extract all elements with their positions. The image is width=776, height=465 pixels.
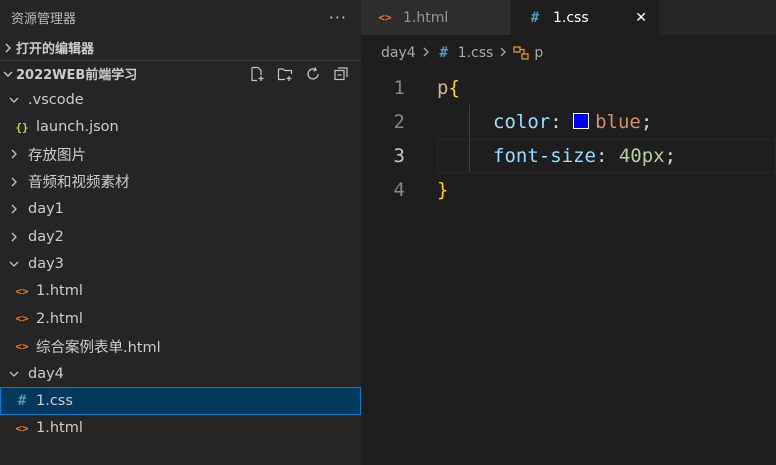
- token-colon: :: [595, 145, 608, 167]
- new-folder-icon[interactable]: [275, 64, 295, 84]
- tree-file-day4-1-css[interactable]: # 1.css: [0, 387, 361, 415]
- code-line[interactable]: 2 color: blue;: [361, 105, 776, 139]
- html-file-icon: <>: [15, 339, 29, 353]
- html-file-icon: <>: [15, 284, 29, 298]
- html-file-icon: <>: [15, 312, 29, 326]
- explorer-header: 资源管理器 ···: [0, 0, 361, 35]
- token-colon: :: [550, 111, 562, 133]
- tree-file-form-html[interactable]: <> 综合案例表单.html: [0, 333, 361, 360]
- chevron-down-icon: [0, 69, 16, 79]
- tree-item-label: day2: [28, 228, 64, 245]
- refresh-icon[interactable]: [303, 64, 323, 84]
- token-value: blue: [595, 111, 641, 133]
- code-line[interactable]: 4 }: [361, 173, 776, 207]
- tree-item-label: 1.html: [36, 283, 83, 300]
- line-number: 2: [393, 111, 405, 133]
- close-icon[interactable]: ✕: [635, 10, 647, 26]
- tree-item-label: 综合案例表单.html: [36, 339, 161, 356]
- token-property: font-size: [493, 145, 596, 167]
- css-file-icon: #: [530, 9, 540, 26]
- tab-label: 1.css: [553, 9, 589, 26]
- chevron-down-icon: [6, 95, 22, 105]
- file-tree: .vscode {} launch.json 存放图片 音频和视频素材 day1…: [0, 86, 361, 442]
- code-line[interactable]: 1 p{: [361, 71, 776, 105]
- tree-item-label: 存放图片: [28, 147, 86, 164]
- tree-folder-vscode[interactable]: .vscode: [0, 86, 361, 113]
- color-swatch[interactable]: [573, 113, 590, 129]
- line-number: 4: [393, 179, 405, 201]
- breadcrumb-symbol[interactable]: p: [534, 45, 543, 61]
- chevron-down-icon: [6, 369, 22, 379]
- tab-bar: <> 1.html # 1.css ✕: [361, 0, 776, 35]
- tree-folder-day1[interactable]: day1: [0, 196, 361, 223]
- breadcrumb: day4 # 1.css p: [361, 35, 776, 71]
- code-line-current[interactable]: 3 font-size: 40px;: [361, 139, 776, 173]
- tree-item-label: 1.css: [36, 392, 73, 409]
- chevron-right-icon: [422, 46, 430, 60]
- token-number: 40px: [618, 145, 665, 167]
- tree-item-label: day1: [28, 201, 64, 218]
- tree-folder-day2[interactable]: day2: [0, 223, 361, 250]
- collapse-all-icon[interactable]: [331, 64, 351, 84]
- tree-folder-day3[interactable]: day3: [0, 250, 361, 277]
- html-file-icon: <>: [378, 11, 392, 24]
- tree-folder-day4[interactable]: day4: [0, 360, 361, 387]
- line-number: 1: [393, 77, 405, 99]
- chevron-right-icon: [6, 177, 22, 187]
- tree-item-label: .vscode: [28, 91, 84, 108]
- token-semicolon: ;: [640, 111, 653, 133]
- code-text: font-size: 40px;: [493, 145, 676, 167]
- workspace-actions: [247, 64, 351, 84]
- tree-item-label: day4: [28, 365, 64, 382]
- tab-label: 1.html: [403, 9, 449, 26]
- new-file-icon[interactable]: [247, 64, 267, 84]
- tree-file-launch-json[interactable]: {} launch.json: [0, 113, 361, 140]
- chevron-right-icon: [6, 232, 22, 242]
- open-editors-section[interactable]: 打开的编辑器: [0, 35, 361, 60]
- workspace-section[interactable]: 2022WEB前端学习: [0, 60, 361, 86]
- tree-item-label: launch.json: [36, 119, 119, 136]
- token-selector: p: [437, 77, 449, 99]
- breadcrumb-folder[interactable]: day4: [381, 45, 416, 61]
- symbol-class-icon: [513, 46, 529, 60]
- workspace-label: 2022WEB前端学习: [16, 68, 138, 83]
- token-semicolon: ;: [664, 145, 677, 167]
- css-file-icon: #: [439, 45, 448, 61]
- tree-item-label: 1.html: [36, 420, 83, 437]
- token-brace: }: [437, 179, 449, 201]
- token-brace: {: [448, 77, 460, 99]
- css-file-icon: #: [17, 392, 27, 409]
- tree-folder-media[interactable]: 音频和视频素材: [0, 168, 361, 195]
- code-text: p{: [437, 77, 460, 99]
- line-number: 3: [393, 145, 405, 167]
- tree-item-label: 音频和视频素材: [28, 175, 130, 192]
- chevron-right-icon: [499, 46, 507, 60]
- chevron-right-icon: [0, 43, 16, 53]
- breadcrumb-file[interactable]: 1.css: [458, 45, 494, 61]
- tree-file-day3-1-html[interactable]: <> 1.html: [0, 278, 361, 305]
- code-editor[interactable]: 1 p{ 2 color: blue; 3 font-size: 40px; 4…: [361, 71, 776, 207]
- chevron-right-icon: [6, 204, 22, 214]
- json-file-icon: {}: [15, 120, 29, 134]
- tree-file-day4-1-html[interactable]: <> 1.html: [0, 415, 361, 442]
- explorer-title: 资源管理器: [11, 12, 77, 27]
- chevron-down-icon: [6, 259, 22, 269]
- html-file-icon: <>: [15, 421, 29, 435]
- open-editors-label: 打开的编辑器: [16, 42, 95, 57]
- tab-1-css[interactable]: # 1.css ✕: [511, 0, 659, 35]
- more-actions-icon[interactable]: ···: [329, 8, 347, 27]
- tree-item-label: day3: [28, 256, 64, 273]
- explorer-sidebar: 资源管理器 ··· 打开的编辑器 2022WEB前端学习 .vscode {} …: [0, 0, 361, 465]
- tab-1-html[interactable]: <> 1.html: [361, 0, 511, 35]
- token-property: color: [493, 111, 551, 133]
- code-text: }: [437, 179, 448, 201]
- chevron-right-icon: [6, 149, 22, 159]
- code-text: color: blue;: [493, 111, 652, 133]
- tree-item-label: 2.html: [36, 310, 83, 327]
- tree-folder-images[interactable]: 存放图片: [0, 141, 361, 168]
- editor-area: <> 1.html # 1.css ✕ day4 # 1.css p 1 p{ …: [361, 0, 776, 465]
- tree-file-day3-2-html[interactable]: <> 2.html: [0, 305, 361, 332]
